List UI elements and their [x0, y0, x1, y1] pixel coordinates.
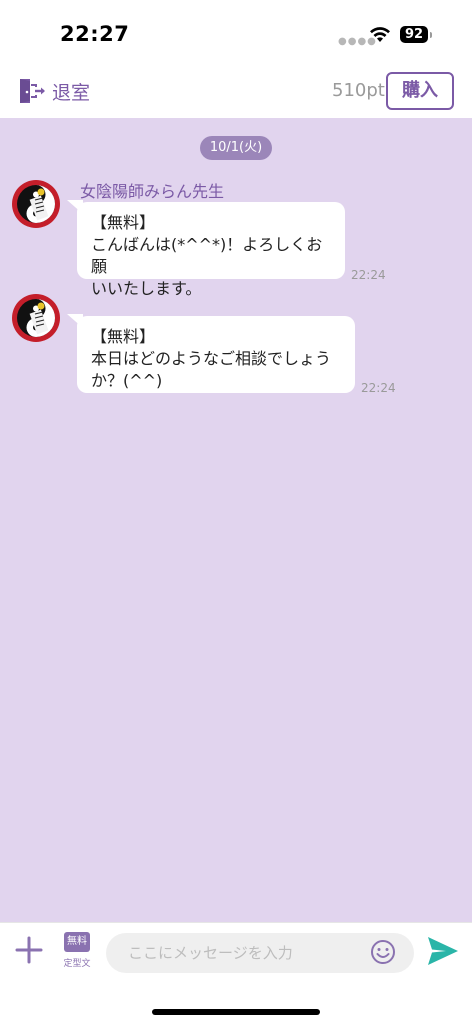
message-bubble: 【無料】 こんばんは(*^^*)！よろしくお願 いいたします。 [67, 200, 345, 298]
exit-label: 退室 [52, 81, 91, 104]
message-text-line: か？(^^) [91, 371, 163, 390]
plus-icon[interactable] [14, 935, 44, 965]
message-input[interactable] [106, 933, 414, 973]
bubble-tail [67, 200, 83, 214]
message-text-line: 本日はどのようなご相談でしょう [91, 349, 332, 368]
wifi-icon [370, 27, 390, 42]
preset-message-button[interactable]: 無料 定型文 [62, 932, 92, 972]
message-text-line: いいたします。 [91, 279, 202, 298]
status-time: 22:27 [60, 22, 130, 46]
message-text-line: こんばんは(*^^*)！よろしくお願 [91, 235, 323, 276]
buy-button[interactable]: 購入 [386, 72, 454, 110]
exit-door-icon [20, 79, 45, 103]
preset-label: 定型文 [63, 959, 91, 969]
bubble-tail [67, 314, 83, 328]
send-icon[interactable] [426, 935, 460, 967]
home-indicator [152, 1009, 320, 1015]
emoji-icon[interactable] [370, 939, 396, 965]
message-tag: 【無料】 [91, 327, 156, 346]
chat-header: 退室 510pt 購入 [0, 64, 472, 118]
message-bubble: 【無料】 本日はどのようなご相談でしょう か？(^^) [67, 314, 355, 393]
message-input-bar: 無料 定型文 [0, 922, 472, 1025]
message-timestamp: 22:24 [351, 268, 386, 282]
avatar[interactable] [11, 293, 61, 343]
exit-button[interactable]: 退室 [18, 74, 90, 108]
message-timestamp: 22:24 [361, 381, 396, 395]
avatar[interactable] [11, 179, 61, 229]
points-balance: 510pt [332, 80, 385, 101]
sender-name: 女陰陽師みらん先生 [80, 182, 225, 201]
preset-badge: 無料 [64, 932, 90, 952]
date-separator: 10/1(火) [200, 136, 272, 160]
status-bar: 22:27 ●●●● 92 [0, 0, 472, 64]
battery-indicator: 92 [400, 26, 428, 43]
battery-tip-icon [430, 32, 432, 38]
message-tag: 【無料】 [91, 213, 156, 232]
chat-area[interactable]: 10/1(火) 女陰陽師みらん先生 【無料】 こんばんは(*^^*)！よろしくお… [0, 118, 472, 922]
